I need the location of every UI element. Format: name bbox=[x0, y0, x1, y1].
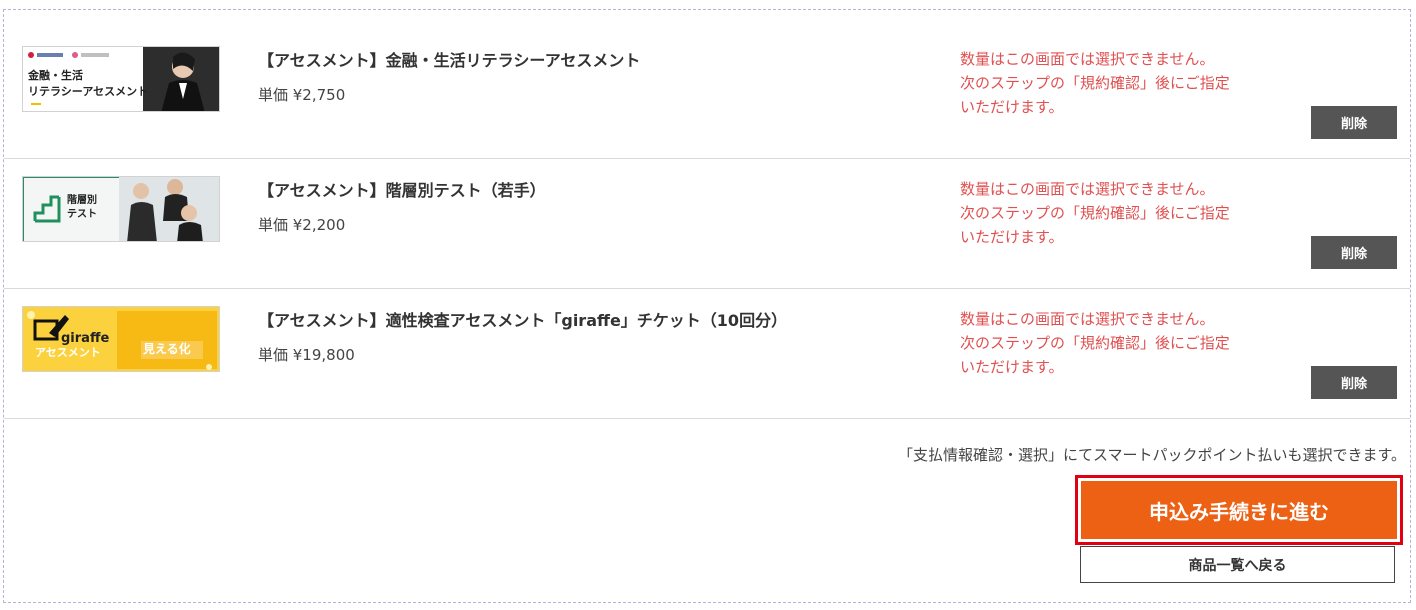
cart-item-row: giraffe アセスメント 見える化 【アセスメント】適性検査アセスメント「g… bbox=[4, 289, 1410, 419]
cart-item-row: 金融・生活 リテラシーアセスメント 【アセスメント】金融・生活リテラシーアセスメ… bbox=[4, 29, 1410, 159]
product-title[interactable]: 【アセスメント】階層別テスト（若手） bbox=[258, 177, 546, 201]
product-title[interactable]: 【アセスメント】金融・生活リテラシーアセスメント bbox=[258, 47, 640, 71]
thumbnail-text: 金融・生活 bbox=[28, 69, 83, 82]
cart-item-row: 階層別 テスト 【アセスメント】階層別テスト（若手） 単価 ¥2,200 数量は… bbox=[4, 159, 1410, 289]
delete-button[interactable]: 削除 bbox=[1311, 236, 1397, 269]
payment-notice: 「支払情報確認・選択」にてスマートパックポイント払いも選択できます。 bbox=[897, 446, 1406, 464]
quantity-note: 数量はこの画面では選択できません。 次のステップの「規約確認」後にご指定 いただ… bbox=[960, 310, 1230, 376]
thumbnail-badge: 見える化 bbox=[143, 342, 191, 356]
thumbnail-text: リテラシーアセスメント bbox=[28, 85, 149, 98]
unit-price: 単価 ¥19,800 bbox=[258, 346, 355, 364]
quantity-note: 数量はこの画面では選択できません。 次のステップの「規約確認」後にご指定 いただ… bbox=[960, 180, 1230, 246]
proceed-button-highlight: 申込み手続きに進む bbox=[1075, 475, 1403, 545]
product-thumbnail[interactable]: giraffe アセスメント 見える化 bbox=[22, 306, 220, 372]
delete-button[interactable]: 削除 bbox=[1311, 106, 1397, 139]
unit-price: 単価 ¥2,200 bbox=[258, 216, 346, 234]
product-title[interactable]: 【アセスメント】適性検査アセスメント「giraffe」チケット（10回分） bbox=[258, 307, 787, 331]
product-thumbnail[interactable]: 金融・生活 リテラシーアセスメント bbox=[22, 46, 220, 112]
delete-button[interactable]: 削除 bbox=[1311, 366, 1397, 399]
thumbnail-text: giraffe bbox=[61, 331, 110, 346]
proceed-to-application-button[interactable]: 申込み手続きに進む bbox=[1081, 481, 1397, 539]
thumbnail-text: テスト bbox=[67, 209, 97, 220]
back-to-product-list-button[interactable]: 商品一覧へ戻る bbox=[1080, 546, 1395, 583]
thumbnail-text: 階層別 bbox=[67, 195, 97, 206]
unit-price: 単価 ¥2,750 bbox=[258, 86, 346, 104]
quantity-note: 数量はこの画面では選択できません。 次のステップの「規約確認」後にご指定 いただ… bbox=[960, 50, 1230, 116]
thumbnail-text: アセスメント bbox=[35, 346, 101, 359]
product-thumbnail[interactable]: 階層別 テスト bbox=[22, 176, 220, 242]
